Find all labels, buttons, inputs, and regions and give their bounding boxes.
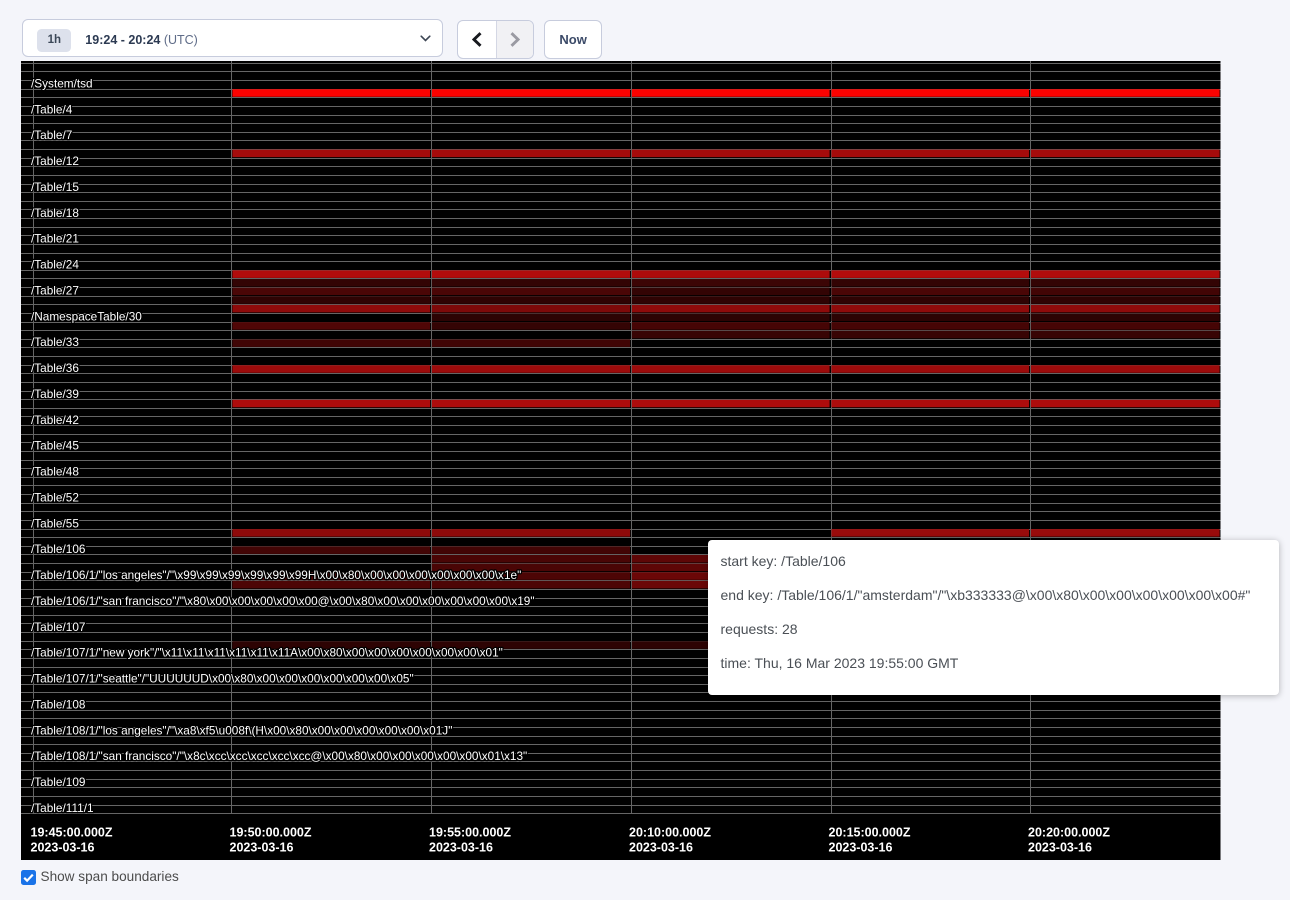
svg-text:/System/tsd: /System/tsd xyxy=(31,76,93,90)
svg-text:2023-03-16: 2023-03-16 xyxy=(629,841,693,855)
svg-text:/Table/18: /Table/18 xyxy=(31,206,79,220)
svg-text:/Table/48: /Table/48 xyxy=(31,465,79,479)
svg-text:/Table/108/1/"san francisco"/": /Table/108/1/"san francisco"/"\x8c\xcc\x… xyxy=(31,749,527,763)
svg-text:/NamespaceTable/30: /NamespaceTable/30 xyxy=(31,309,142,323)
svg-text:/Table/42: /Table/42 xyxy=(31,413,79,427)
svg-text:/Table/107/1/"seattle"/"UUUUUU: /Table/107/1/"seattle"/"UUUUUUD\x00\x80\… xyxy=(31,672,414,686)
svg-text:2023-03-16: 2023-03-16 xyxy=(230,841,294,855)
svg-text:2023-03-16: 2023-03-16 xyxy=(1028,841,1092,855)
svg-text:/Table/27: /Table/27 xyxy=(31,283,79,297)
svg-text:/Table/21: /Table/21 xyxy=(31,232,79,246)
svg-text:19:45:00.000Z: 19:45:00.000Z xyxy=(31,826,113,840)
svg-text:20:20:00.000Z: 20:20:00.000Z xyxy=(1028,826,1110,840)
svg-text:/Table/36: /Table/36 xyxy=(31,361,79,375)
svg-text:/Table/107/1/"new york"/"\x11\: /Table/107/1/"new york"/"\x11\x11\x11\x1… xyxy=(31,646,503,660)
svg-text:2023-03-16: 2023-03-16 xyxy=(429,841,493,855)
svg-text:/Table/108: /Table/108 xyxy=(31,697,86,711)
svg-text:/Table/108/1/"los angeles"/"\x: /Table/108/1/"los angeles"/"\xa8\xf5\u00… xyxy=(31,723,452,737)
svg-text:/Table/33: /Table/33 xyxy=(31,335,79,349)
svg-text:/Table/45: /Table/45 xyxy=(31,439,79,453)
svg-text:20:15:00.000Z: 20:15:00.000Z xyxy=(829,826,911,840)
svg-text:/Table/106/1/"san francisco"/": /Table/106/1/"san francisco"/"\x80\x00\x… xyxy=(31,594,535,608)
svg-text:19:55:00.000Z: 19:55:00.000Z xyxy=(429,826,511,840)
svg-text:/Table/111/1: /Table/111/1 xyxy=(31,801,94,815)
svg-text:/Table/15: /Table/15 xyxy=(31,180,79,194)
svg-text:/Table/7: /Table/7 xyxy=(31,128,72,142)
svg-text:/Table/106/1/"los angeles"/"\x: /Table/106/1/"los angeles"/"\x99\x99\x99… xyxy=(31,568,521,582)
svg-text:/Table/107: /Table/107 xyxy=(31,620,85,634)
svg-text:/Table/12: /Table/12 xyxy=(31,154,79,168)
svg-text:/Table/24: /Table/24 xyxy=(31,258,79,272)
svg-text:/Table/106: /Table/106 xyxy=(31,542,86,556)
svg-text:/Table/55: /Table/55 xyxy=(31,516,79,530)
svg-text:2023-03-16: 2023-03-16 xyxy=(829,841,893,855)
svg-text:2023-03-16: 2023-03-16 xyxy=(31,841,95,855)
svg-text:/Table/109: /Table/109 xyxy=(31,775,85,789)
svg-text:20:10:00.000Z: 20:10:00.000Z xyxy=(629,826,711,840)
svg-text:19:50:00.000Z: 19:50:00.000Z xyxy=(230,826,312,840)
svg-text:/Table/39: /Table/39 xyxy=(31,387,79,401)
svg-text:/Table/4: /Table/4 xyxy=(31,102,73,116)
svg-text:/Table/52: /Table/52 xyxy=(31,490,79,504)
